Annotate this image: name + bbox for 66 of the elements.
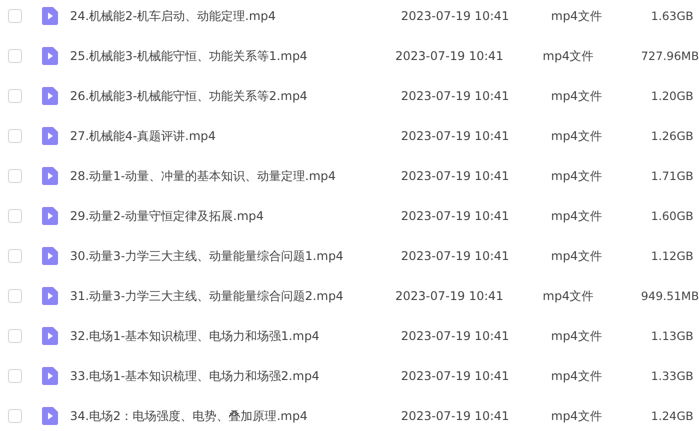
file-size: 949.51MB [640, 289, 699, 303]
checkbox[interactable] [8, 129, 22, 143]
file-name[interactable]: 34.电场2：电场强度、电势、叠加原理.mp4 [70, 408, 401, 424]
modified-date: 2023-07-19 10:41 [395, 49, 504, 63]
modified-date: 2023-07-19 10:41 [401, 9, 510, 23]
file-size: 1.20GB [651, 89, 694, 103]
modified-date: 2023-07-19 10:41 [401, 329, 510, 343]
modified-date: 2023-07-19 10:41 [401, 409, 510, 423]
file-name[interactable]: 29.动量2-动量守恒定律及拓展.mp4 [70, 208, 401, 224]
modified-date: 2023-07-19 10:41 [401, 89, 510, 103]
video-file-icon [42, 407, 58, 425]
file-size: 1.12GB [651, 249, 694, 263]
file-type: mp4文件 [551, 368, 603, 384]
modified-date: 2023-07-19 10:41 [401, 169, 510, 183]
video-file-icon [42, 327, 58, 345]
file-size: 1.26GB [651, 129, 694, 143]
checkbox[interactable] [8, 209, 22, 223]
checkbox[interactable] [8, 329, 22, 343]
file-type: mp4文件 [551, 8, 603, 24]
modified-date: 2023-07-19 10:41 [401, 129, 510, 143]
file-name[interactable]: 32.电场1-基本知识梳理、电场力和场强1.mp4 [70, 328, 401, 344]
modified-date: 2023-07-19 10:41 [395, 289, 504, 303]
video-file-icon [42, 87, 58, 105]
file-name[interactable]: 26.机械能3-机械能守恒、功能关系等2.mp4 [70, 88, 401, 104]
modified-date: 2023-07-19 10:41 [401, 209, 510, 223]
file-size: 1.33GB [651, 369, 694, 383]
file-type: mp4文件 [551, 408, 603, 424]
checkbox[interactable] [8, 169, 22, 183]
file-type: mp4文件 [551, 88, 603, 104]
video-file-icon [42, 7, 58, 25]
file-name[interactable]: 27.机械能4-真题评讲.mp4 [70, 128, 401, 144]
checkbox[interactable] [8, 49, 22, 63]
file-name[interactable]: 25.机械能3-机械能守恒、功能关系等1.mp4 [70, 48, 396, 64]
checkbox[interactable] [8, 289, 22, 303]
file-size: 1.24GB [651, 409, 694, 423]
video-file-icon [42, 127, 58, 145]
file-size: 727.96MB [640, 49, 699, 63]
checkbox[interactable] [8, 89, 22, 103]
file-type: mp4文件 [551, 248, 603, 264]
file-type: mp4文件 [551, 208, 603, 224]
modified-date: 2023-07-19 10:41 [401, 249, 510, 263]
checkbox[interactable] [8, 409, 22, 423]
file-size: 1.13GB [651, 329, 694, 343]
file-type: mp4文件 [542, 288, 595, 304]
file-type: mp4文件 [551, 328, 603, 344]
file-name[interactable]: 33.电场1-基本知识梳理、电场力和场强2.mp4 [70, 368, 401, 384]
file-name[interactable]: 24.机械能2-机车启动、动能定理.mp4 [70, 8, 401, 24]
file-size: 1.60GB [651, 209, 694, 223]
file-name[interactable]: 30.动量3-力学三大主线、动量能量综合问题1.mp4 [70, 248, 401, 264]
checkbox[interactable] [8, 249, 22, 263]
file-name[interactable]: 31.动量3-力学三大主线、动量能量综合问题2.mp4 [70, 288, 396, 304]
modified-date: 2023-07-19 10:41 [401, 369, 510, 383]
file-type: mp4文件 [551, 128, 603, 144]
video-file-icon [42, 47, 58, 65]
file-size: 1.71GB [651, 169, 694, 183]
checkbox[interactable] [8, 9, 22, 23]
file-size: 1.63GB [651, 9, 694, 23]
video-file-icon [42, 167, 58, 185]
file-type: mp4文件 [551, 168, 603, 184]
video-file-icon [42, 367, 58, 385]
video-file-icon [42, 207, 58, 225]
file-name[interactable]: 28.动量1-动量、冲量的基本知识、动量定理.mp4 [70, 168, 401, 184]
video-file-icon [42, 287, 58, 305]
file-type: mp4文件 [542, 48, 595, 64]
checkbox[interactable] [8, 369, 22, 383]
video-file-icon [42, 247, 58, 265]
